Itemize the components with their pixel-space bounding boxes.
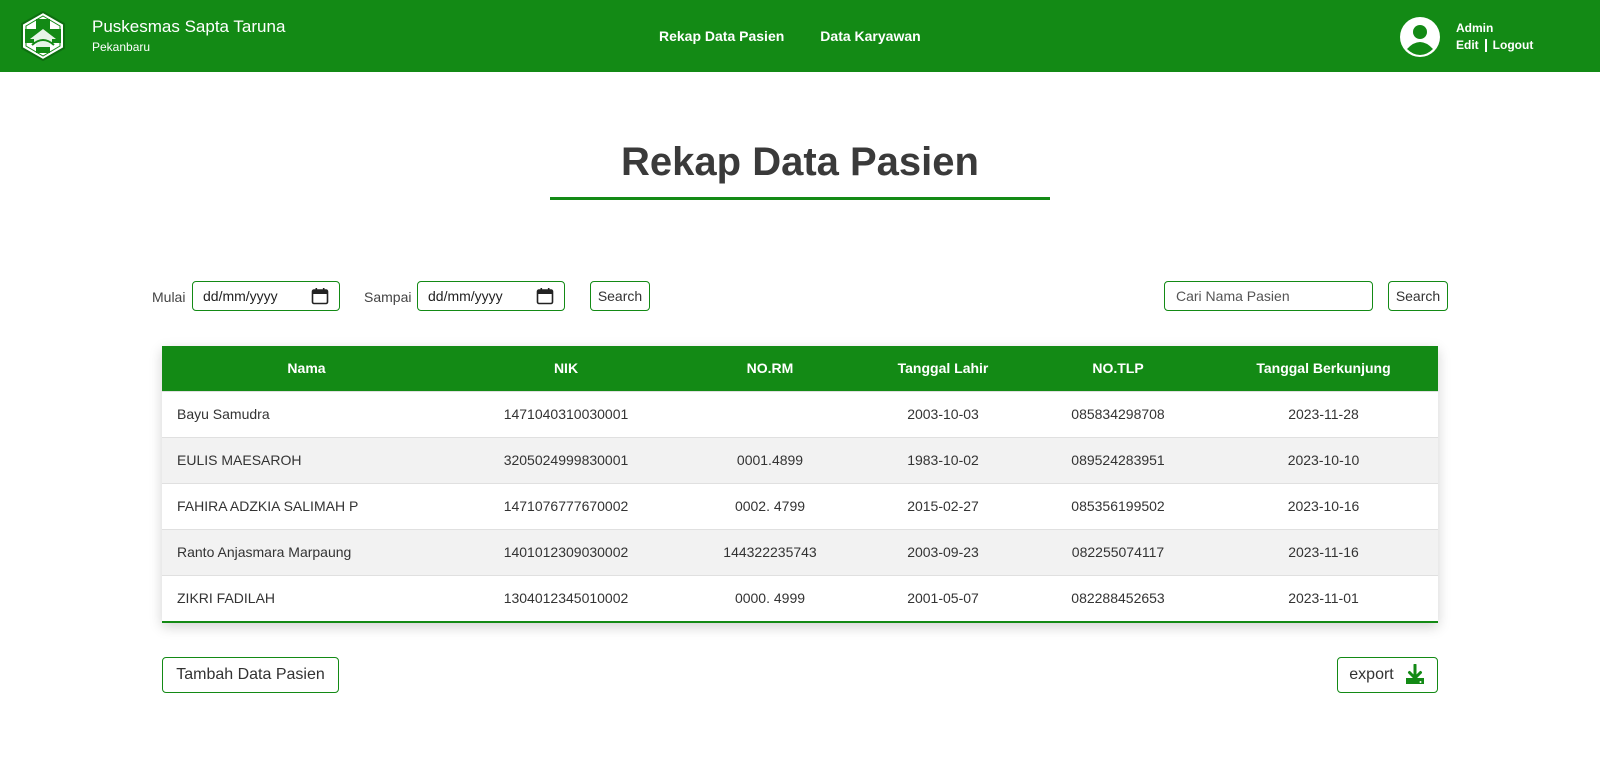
cell-nama: FAHIRA ADZKIA SALIMAH P: [177, 498, 359, 514]
calendar-icon[interactable]: [536, 287, 554, 305]
table-row[interactable]: Ranto Anjasmara Marpaung 140101230903000…: [162, 529, 1438, 575]
column-header-tanggal-lahir[interactable]: Tanggal Lahir: [859, 346, 1027, 391]
cell-nama: ZIKRI FADILAH: [177, 590, 276, 607]
cell-tanggal-lahir: 1983-10-02: [907, 452, 979, 468]
cell-no-rm: 144322235743: [723, 544, 817, 560]
table-header-row: Nama NIK NO.RM Tanggal Lahir NO.TLP Tang…: [162, 346, 1438, 391]
title-underline: [550, 197, 1050, 200]
user-links: Edit Logout: [1456, 38, 1533, 52]
nav-data-karyawan[interactable]: Data Karyawan: [820, 28, 920, 44]
table-row[interactable]: EULIS MAESAROH 3205024999830001 0001.489…: [162, 437, 1438, 483]
cell-no-rm: 0002. 4799: [734, 498, 806, 514]
cell-no-tlp: 089524283951: [1071, 452, 1165, 468]
cell-tanggal-lahir: 2001-05-07: [907, 590, 979, 607]
date-search-button[interactable]: Search: [590, 281, 650, 311]
user-name: Admin: [1456, 21, 1494, 35]
end-date-value: dd/mm/yyyy: [428, 288, 503, 304]
nav-rekap-data-pasien[interactable]: Rekap Data Pasien: [659, 28, 784, 44]
start-date-value: dd/mm/yyyy: [203, 288, 278, 304]
export-label: export: [1349, 666, 1394, 683]
name-search-button[interactable]: Search: [1388, 281, 1448, 311]
cell-nik: 1471076777670002: [503, 498, 629, 514]
page-title: Rekap Data Pasien: [621, 140, 979, 184]
cell-no-tlp: 085834298708: [1071, 406, 1165, 422]
main-nav: Rekap Data Pasien Data Karyawan: [659, 28, 921, 44]
cell-no-rm: [681, 391, 859, 437]
divider: [1484, 38, 1487, 52]
column-header-nik[interactable]: NIK: [451, 346, 681, 391]
add-patient-button[interactable]: Tambah Data Pasien: [162, 657, 339, 693]
cell-no-tlp: 085356199502: [1071, 498, 1165, 514]
table-row[interactable]: Bayu Samudra 1471040310030001 2003-10-03…: [162, 391, 1438, 437]
column-header-no-tlp[interactable]: NO.TLP: [1027, 346, 1209, 391]
column-header-nama[interactable]: Nama: [162, 346, 451, 391]
download-icon: [1405, 664, 1424, 684]
calendar-icon[interactable]: [311, 287, 329, 305]
table-row[interactable]: ZIKRI FADILAH 1304012345010002 0000. 499…: [162, 575, 1438, 621]
cell-nik: 1401012309030002: [503, 544, 629, 560]
cell-tanggal-berkunjung: 2023-10-16: [1287, 498, 1360, 514]
brand-title: Puskesmas Sapta Taruna: [92, 17, 286, 36]
cell-tanggal-lahir: 2015-02-27: [907, 498, 979, 514]
end-date-label: Sampai: [364, 289, 412, 305]
cell-no-rm: 0000. 4999: [734, 590, 806, 607]
cell-tanggal-berkunjung: 2023-11-28: [1288, 406, 1359, 422]
column-header-no-rm[interactable]: NO.RM: [681, 346, 859, 391]
table-row[interactable]: FAHIRA ADZKIA SALIMAH P 1471076777670002…: [162, 483, 1438, 529]
cell-no-tlp: 082255074117: [1071, 544, 1165, 560]
cell-nama: EULIS MAESAROH: [177, 452, 302, 468]
end-date-input[interactable]: dd/mm/yyyy: [417, 281, 565, 311]
cell-nik: 1304012345010002: [503, 590, 629, 607]
patient-table-container: Nama NIK NO.RM Tanggal Lahir NO.TLP Tang…: [162, 346, 1438, 623]
cell-no-rm: 0001.4899: [736, 452, 804, 468]
cell-tanggal-lahir: 2003-09-23: [907, 544, 979, 560]
cell-nik: 1471040310030001: [503, 406, 629, 422]
edit-profile-link[interactable]: Edit: [1456, 38, 1479, 52]
cell-no-tlp: 082288452653: [1071, 590, 1165, 607]
start-date-label: Mulai: [152, 289, 186, 305]
brand-subtitle: Pekanbaru: [92, 40, 151, 54]
top-navbar: Puskesmas Sapta Taruna Pekanbaru Rekap D…: [0, 0, 1600, 72]
patient-name-search-input[interactable]: [1164, 281, 1373, 311]
patient-table: Nama NIK NO.RM Tanggal Lahir NO.TLP Tang…: [162, 346, 1438, 621]
brand: Puskesmas Sapta Taruna Pekanbaru: [92, 17, 285, 55]
cell-nik: 3205024999830001: [503, 452, 629, 468]
cell-tanggal-berkunjung: 2023-11-16: [1288, 544, 1359, 560]
cell-tanggal-berkunjung: 2023-10-10: [1287, 452, 1360, 468]
logout-link[interactable]: Logout: [1493, 38, 1534, 52]
cell-tanggal-lahir: 2003-10-03: [907, 406, 979, 422]
column-header-tanggal-berkunjung[interactable]: Tanggal Berkunjung: [1209, 346, 1438, 391]
export-button[interactable]: export: [1337, 657, 1438, 693]
health-cross-logo-icon: [21, 11, 65, 61]
cell-nama: Bayu Samudra: [177, 406, 270, 422]
cell-tanggal-berkunjung: 2023-11-01: [1288, 590, 1359, 607]
user-avatar-icon[interactable]: [1400, 17, 1440, 57]
start-date-input[interactable]: dd/mm/yyyy: [192, 281, 340, 311]
cell-nama: Ranto Anjasmara Marpaung: [177, 544, 352, 560]
